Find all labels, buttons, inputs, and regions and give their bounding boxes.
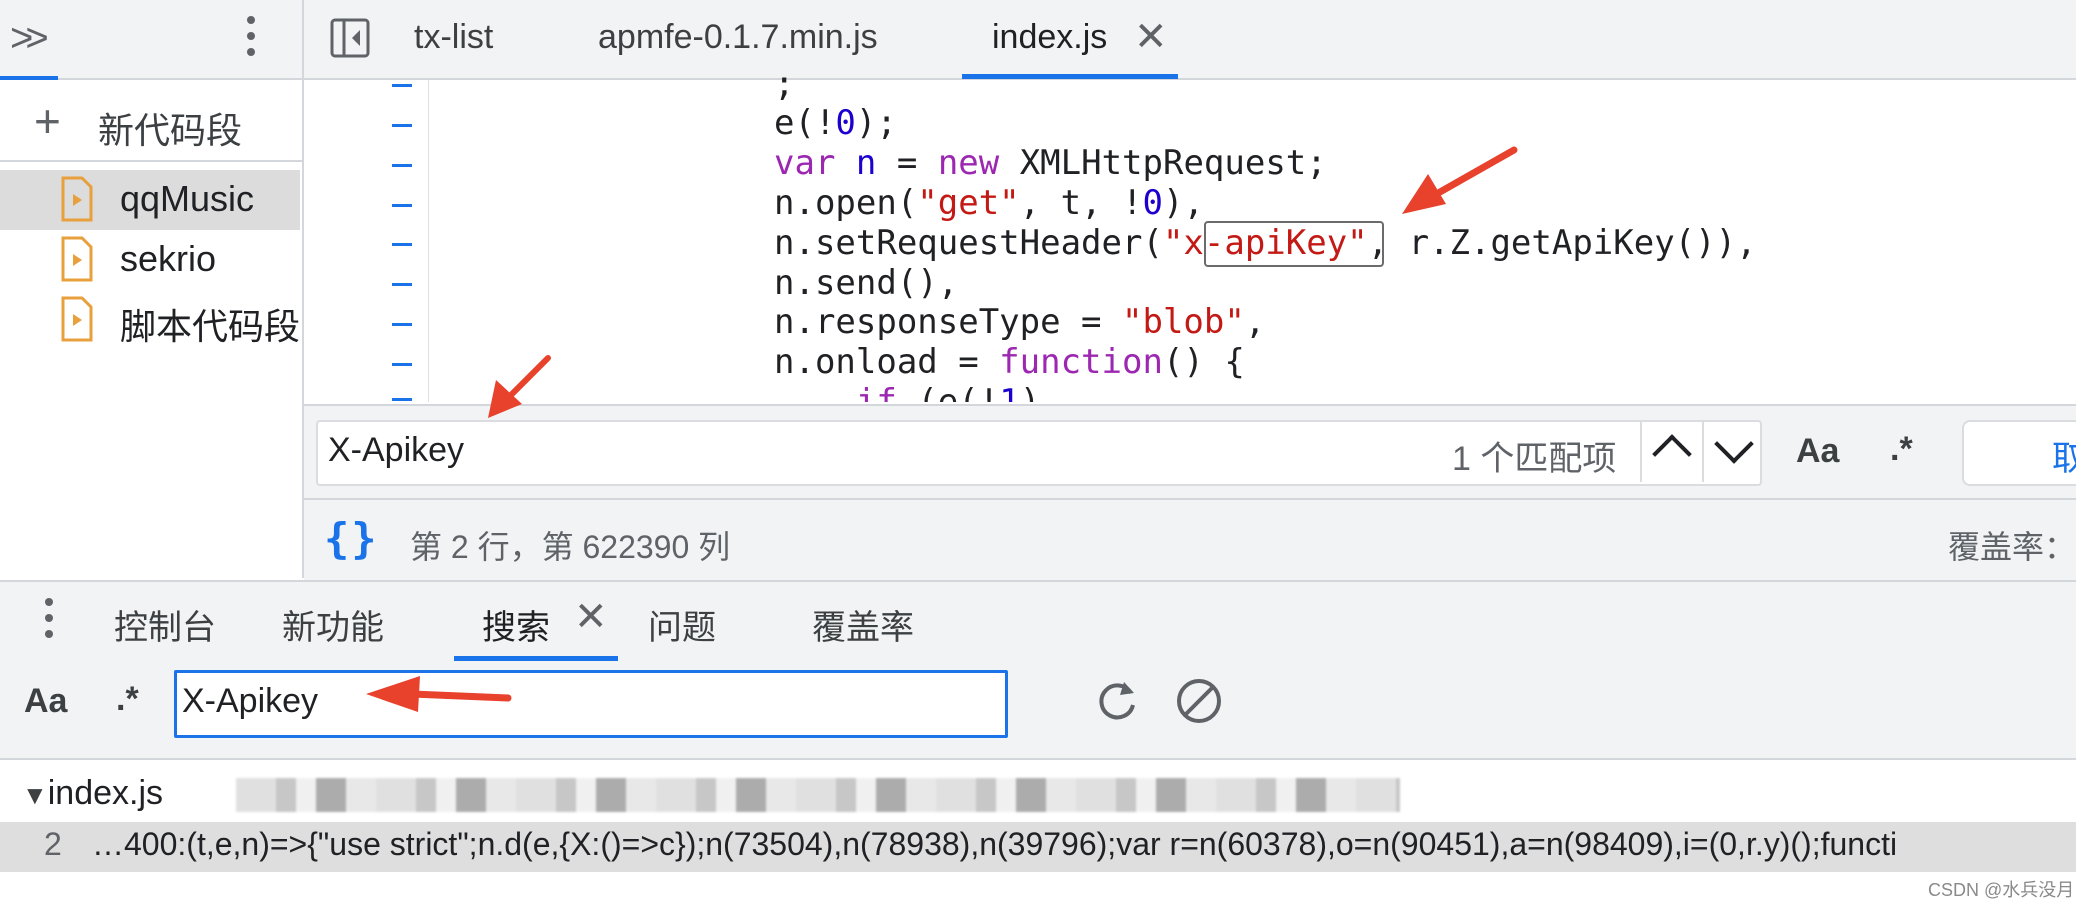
search-regex-toggle[interactable]: .* xyxy=(116,680,139,719)
drawer-more-options-icon[interactable] xyxy=(42,596,56,640)
tab-apmfe[interactable]: apmfe-0.1.7.min.js xyxy=(598,18,878,57)
find-previous-button[interactable] xyxy=(1640,420,1702,482)
result-file-name: index.js xyxy=(47,774,164,812)
snippet-label: sekrio xyxy=(120,238,217,279)
find-next-button[interactable] xyxy=(1702,420,1760,482)
result-file-header[interactable]: ▼index.js xyxy=(22,774,163,813)
active-drawer-tab-underline xyxy=(454,656,618,661)
find-input-value: X-Apikey xyxy=(328,431,465,469)
chevron-down-icon xyxy=(1714,424,1754,464)
result-line-number: 2 xyxy=(44,826,62,862)
tab-tx-list[interactable]: tx-list xyxy=(414,18,493,57)
snippet-label: qqMusic xyxy=(120,178,255,219)
result-snippet: …400:(t,e,n)=>{"use strict";n.d(e,{X:()=… xyxy=(92,826,1898,862)
search-input-value: X-Apikey xyxy=(182,682,319,720)
code-line: var n = new XMLHttpRequest; xyxy=(774,143,1327,183)
watermark: CSDN @水兵没月 xyxy=(1928,880,2075,900)
cursor-position: 第 2 行，第 622390 列 xyxy=(410,529,731,565)
refresh-icon[interactable] xyxy=(1092,676,1142,726)
coverage-status: 覆盖率： xyxy=(1948,529,2076,565)
code-line: n.open("get", t, !0), xyxy=(774,183,1204,223)
chevron-up-icon xyxy=(1652,434,1692,474)
redacted-file-path xyxy=(236,778,1400,812)
drawer-tab-search[interactable]: 搜索 xyxy=(482,600,550,649)
active-tab-underline xyxy=(962,74,1178,79)
line-gutter xyxy=(304,80,429,402)
new-snippet-button[interactable]: + 新代码段 xyxy=(0,82,302,162)
more-tabs-chevron-icon[interactable]: >> xyxy=(10,16,49,61)
find-cancel-clip: 取消 xyxy=(2052,420,2076,482)
drawer-tab-whats-new[interactable]: 新功能 xyxy=(282,600,384,649)
code-line: n.responseType = "blob", xyxy=(774,302,1266,342)
search-match-highlight xyxy=(1204,221,1384,267)
search-match-case-toggle[interactable]: Aa xyxy=(24,682,67,721)
code-line: n.send(), xyxy=(774,263,959,303)
snippet-label: 脚本代码段 xyxy=(120,306,301,347)
navigator-more-options-icon[interactable] xyxy=(244,14,258,58)
drawer-tab-issues[interactable]: 问题 xyxy=(648,600,716,649)
toggle-navigator-icon[interactable] xyxy=(330,18,370,58)
drawer-tab-console[interactable]: 控制台 xyxy=(114,600,216,649)
editor-tabbar xyxy=(304,0,2076,80)
snippet-file-icon xyxy=(61,236,93,282)
tab-index-js[interactable]: index.js xyxy=(992,18,1107,57)
snippet-item-qqmusic[interactable]: qqMusic xyxy=(0,170,300,230)
code-line: if (e(!1) xyxy=(855,382,1041,402)
find-regex-toggle[interactable]: .* xyxy=(1890,430,1913,469)
expand-triangle-icon: ▼ xyxy=(22,780,48,810)
find-match-count: 1 个匹配项 xyxy=(1452,440,1617,478)
snippet-file-icon xyxy=(61,176,93,222)
drawer-tab-coverage[interactable]: 覆盖率 xyxy=(812,600,914,649)
plus-icon: + xyxy=(34,95,61,147)
code-line: e(!0); xyxy=(774,103,897,143)
pretty-print-icon[interactable]: {} xyxy=(324,514,379,563)
code-line: n.onload = function() { xyxy=(774,342,1245,382)
snippet-item-sekrio[interactable]: sekrio xyxy=(0,230,300,290)
snippet-item-script[interactable]: 脚本代码段 xyxy=(0,290,300,350)
snippet-file-icon xyxy=(61,296,93,342)
close-tab-icon[interactable]: ✕ xyxy=(1134,14,1168,60)
navigator-tab-underline xyxy=(0,76,58,80)
find-match-case-toggle[interactable]: Aa xyxy=(1796,432,1839,471)
clear-search-icon[interactable] xyxy=(1174,676,1224,726)
find-cancel-label: 取消 xyxy=(2052,440,2076,478)
close-drawer-tab-icon[interactable]: ✕ xyxy=(574,594,608,640)
code-line: ; xyxy=(774,64,795,104)
new-snippet-label: 新代码段 xyxy=(98,110,243,151)
